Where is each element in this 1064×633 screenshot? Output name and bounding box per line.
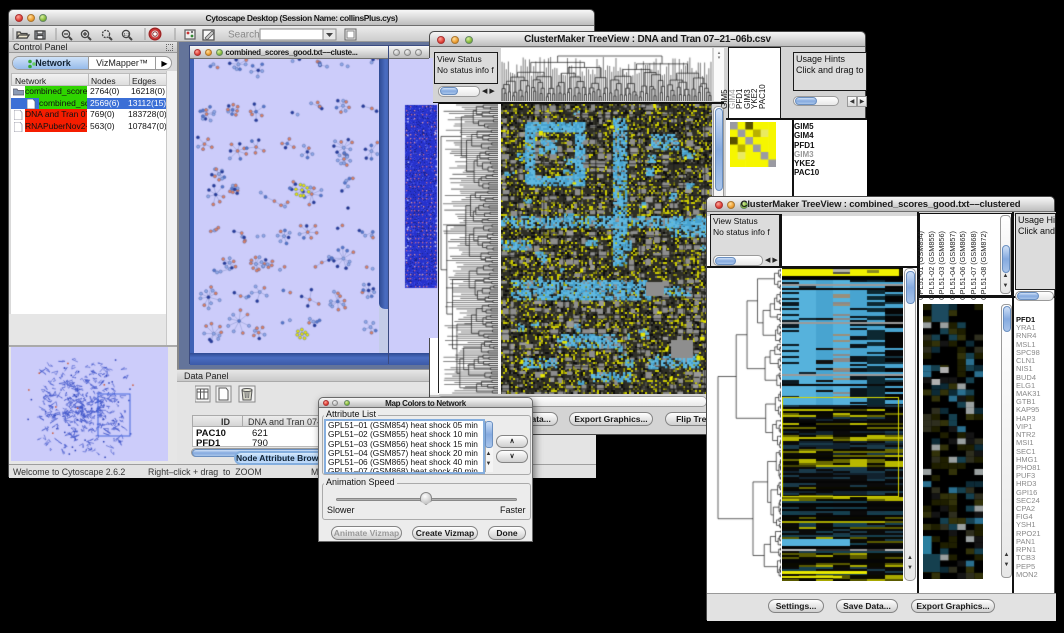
svg-text:Search:: Search:	[228, 30, 262, 41]
svg-text:1:1: 1:1	[124, 32, 131, 37]
